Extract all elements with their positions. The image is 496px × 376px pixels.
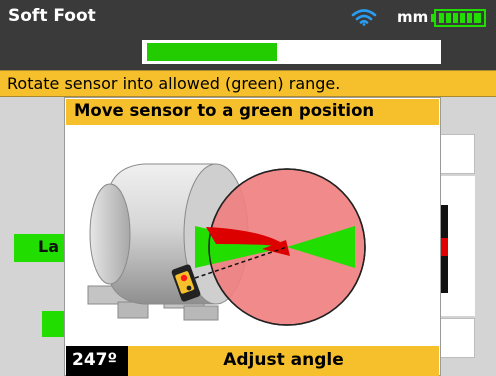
unit-label: mm bbox=[397, 8, 429, 26]
wifi-icon bbox=[351, 9, 377, 26]
value-box bbox=[437, 134, 475, 174]
gauge-indicator bbox=[440, 238, 448, 256]
angle-readout: 247º bbox=[72, 350, 118, 370]
page-title: Soft Foot bbox=[8, 6, 96, 26]
value-box bbox=[437, 318, 475, 358]
adjust-angle-label: Adjust angle bbox=[223, 350, 344, 370]
instruction-text: Rotate sensor into allowed (green) range… bbox=[7, 74, 341, 93]
battery-icon bbox=[431, 9, 486, 27]
dialog-title: Move sensor to a green position bbox=[74, 101, 375, 120]
sensor-position-illustration bbox=[87, 163, 366, 326]
laser-tag-label: La bbox=[38, 237, 59, 256]
measurement-progress-fill bbox=[147, 43, 277, 61]
